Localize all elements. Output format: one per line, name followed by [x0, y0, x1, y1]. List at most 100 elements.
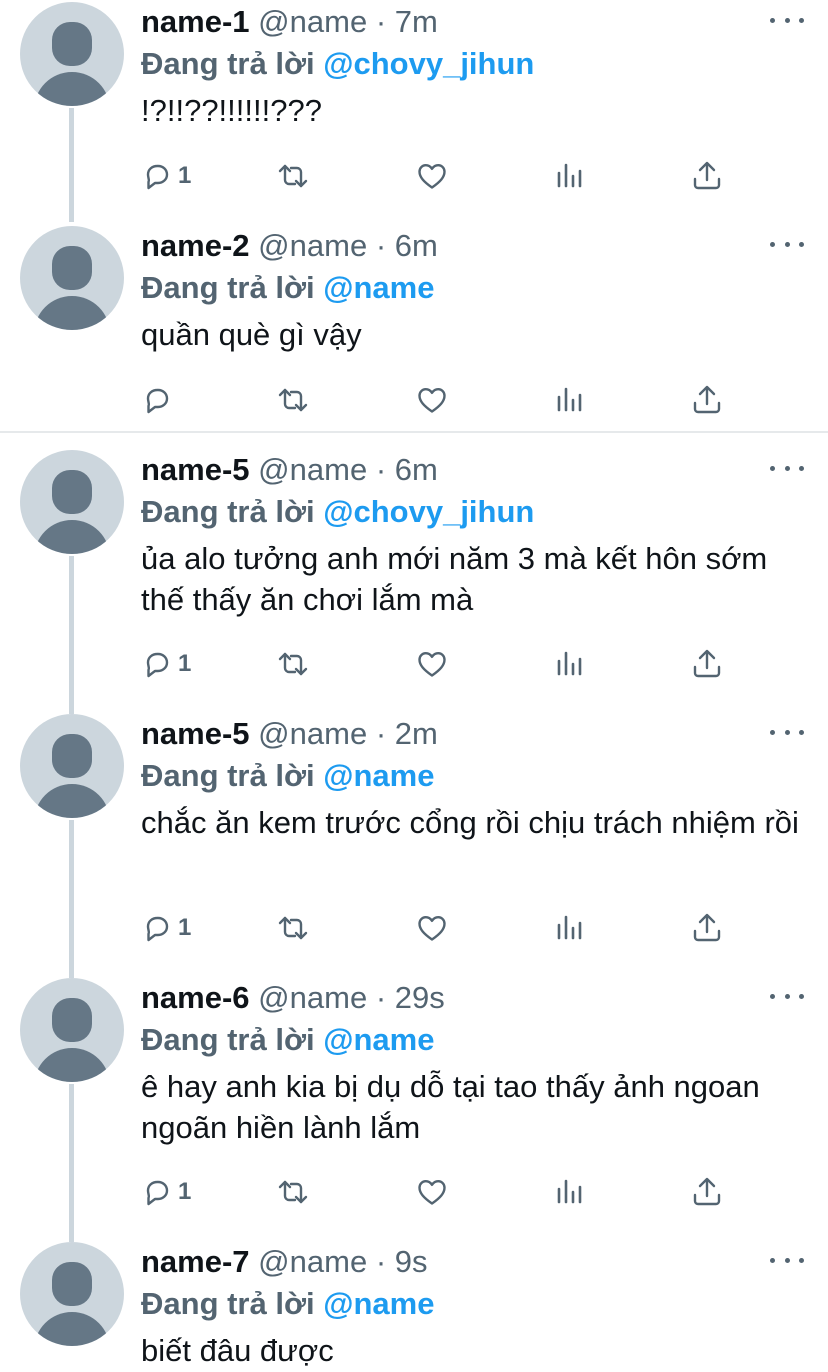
user-handle[interactable]: @name [258, 1244, 367, 1279]
reply-icon [146, 916, 169, 942]
retweet-button[interactable] [276, 1172, 310, 1212]
reply-icon [146, 1180, 169, 1206]
separator-dot: · [375, 452, 387, 487]
reply-prefix: Đang trả lời [141, 1286, 315, 1321]
like-button[interactable] [415, 156, 449, 196]
avatar[interactable] [20, 450, 124, 554]
reply-button[interactable]: 1 [140, 156, 191, 196]
avatar[interactable] [20, 1242, 124, 1346]
display-name[interactable]: name-6 [141, 980, 250, 1015]
tweet-header: name-1 @name · 7m [141, 2, 438, 42]
replying-to: Đang trả lời @name [141, 754, 434, 798]
more-icon[interactable] [770, 232, 804, 256]
separator-dot: · [375, 4, 387, 39]
share-button[interactable] [690, 156, 724, 196]
like-icon [418, 164, 446, 189]
timestamp[interactable]: 6m [395, 228, 438, 263]
user-handle[interactable]: @name [258, 452, 367, 487]
retweet-button[interactable] [276, 156, 310, 196]
share-button[interactable] [690, 644, 724, 684]
tweet-header: name-5 @name · 2m [141, 714, 438, 754]
reply-mention[interactable]: @name [323, 758, 434, 793]
timestamp[interactable]: 29s [395, 980, 445, 1015]
reply-mention[interactable]: @chovy_jihun [323, 494, 534, 529]
like-icon [418, 388, 446, 413]
display-name[interactable]: name-5 [141, 452, 250, 487]
reply-mention[interactable]: @name [323, 1286, 434, 1321]
share-button[interactable] [690, 1172, 724, 1212]
more-icon[interactable] [770, 8, 804, 32]
user-handle[interactable]: @name [258, 4, 367, 39]
retweet-icon [278, 652, 308, 676]
reply-count: 1 [178, 162, 192, 189]
user-handle[interactable]: @name [258, 980, 367, 1015]
share-icon [693, 385, 721, 414]
display-name[interactable]: name-2 [141, 228, 250, 263]
like-button[interactable] [415, 644, 449, 684]
user-handle[interactable]: @name [258, 716, 367, 751]
replying-to: Đang trả lời @name [141, 1018, 434, 1062]
reply-mention[interactable]: @chovy_jihun [323, 46, 534, 81]
more-icon[interactable] [770, 456, 804, 480]
avatar[interactable] [20, 978, 124, 1082]
timestamp[interactable]: 9s [395, 1244, 428, 1279]
more-icon[interactable] [770, 720, 804, 744]
share-button[interactable] [690, 908, 724, 948]
thread-line [69, 1084, 74, 1242]
reply-mention[interactable]: @name [323, 1022, 434, 1057]
thread-line [69, 820, 74, 978]
retweet-icon [278, 916, 308, 940]
avatar[interactable] [20, 226, 124, 330]
like-button[interactable] [415, 908, 449, 948]
reply-button[interactable]: 1 [140, 908, 191, 948]
avatar[interactable] [20, 714, 124, 818]
retweet-button[interactable] [276, 908, 310, 948]
replying-to: Đang trả lời @chovy_jihun [141, 490, 534, 534]
timestamp[interactable]: 2m [395, 716, 438, 751]
reply-icon [146, 652, 169, 678]
timestamp[interactable]: 6m [395, 452, 438, 487]
more-icon[interactable] [770, 1248, 804, 1272]
reply-prefix: Đang trả lời [141, 758, 315, 793]
tweet-actions: 1 [0, 1172, 828, 1212]
reply-button[interactable] [140, 380, 178, 420]
more-icon[interactable] [770, 984, 804, 1008]
reply-button[interactable]: 1 [140, 644, 191, 684]
tweet-header: name-5 @name · 6m [141, 450, 438, 490]
analytics-icon [557, 387, 582, 412]
like-button[interactable] [415, 380, 449, 420]
reply-mention[interactable]: @name [323, 270, 434, 305]
analytics-button[interactable] [553, 380, 587, 420]
share-icon [693, 161, 721, 190]
retweet-button[interactable] [276, 380, 310, 420]
reply-prefix: Đang trả lời [141, 494, 315, 529]
analytics-button[interactable] [553, 156, 587, 196]
retweet-button[interactable] [276, 644, 310, 684]
analytics-button[interactable] [553, 1172, 587, 1212]
like-icon [418, 1180, 446, 1205]
like-icon [418, 652, 446, 677]
retweet-icon [278, 164, 308, 188]
share-button[interactable] [690, 380, 724, 420]
display-name[interactable]: name-1 [141, 4, 250, 39]
tweet-actions: 1 [0, 908, 828, 948]
analytics-icon [557, 1179, 582, 1204]
share-icon [693, 1177, 721, 1206]
tweet-actions [0, 380, 828, 420]
analytics-button[interactable] [553, 644, 587, 684]
avatar[interactable] [20, 2, 124, 106]
analytics-button[interactable] [553, 908, 587, 948]
like-button[interactable] [415, 1172, 449, 1212]
user-handle[interactable]: @name [258, 228, 367, 263]
share-icon [693, 913, 721, 942]
tweet-text: ủa alo tưởng anh mới năm 3 mà kết hôn sớ… [141, 541, 768, 617]
reply-button[interactable]: 1 [140, 1172, 191, 1212]
replying-to: Đang trả lời @name [141, 266, 434, 310]
display-name[interactable]: name-5 [141, 716, 250, 751]
retweet-icon [278, 388, 308, 412]
reply-prefix: Đang trả lời [141, 1022, 315, 1057]
thread-line [69, 556, 74, 714]
timestamp[interactable]: 7m [395, 4, 438, 39]
display-name[interactable]: name-7 [141, 1244, 250, 1279]
tweet-header: name-7 @name · 9s [141, 1242, 428, 1282]
